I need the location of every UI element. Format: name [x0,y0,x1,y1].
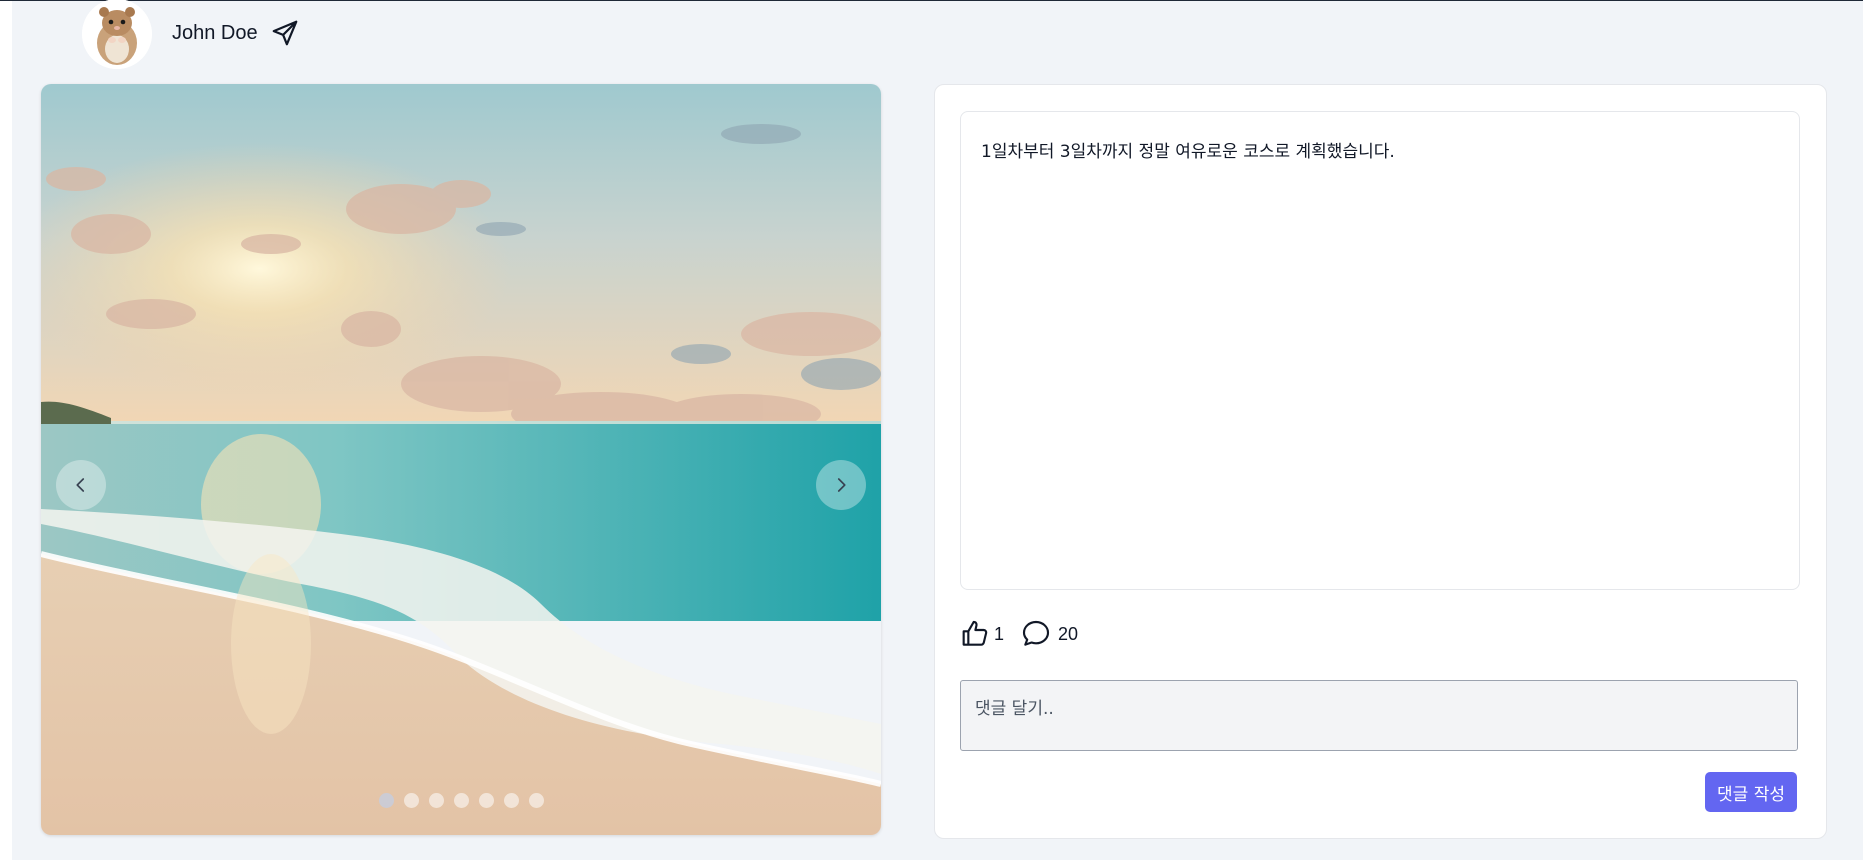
post-detail-page: John Doe 1일차부터 3일차까지 정말 여유로운 코스로 계획했습니다.… [12,0,1863,860]
post-header: John Doe [82,0,300,71]
image-carousel [41,84,881,835]
post-detail-panel: 1일차부터 3일차까지 정말 여유로운 코스로 계획했습니다. 1 20 댓글 … [934,84,1827,839]
carousel-next-button[interactable] [816,460,866,510]
carousel-dot[interactable] [528,793,544,808]
carousel-dot[interactable] [378,793,394,808]
like-count: 1 [994,623,1005,644]
hamster-avatar-icon [82,0,152,69]
chevron-right-icon [837,478,846,492]
beach-sunset-photo [41,84,881,835]
thumbs-up-icon[interactable] [959,618,991,650]
avatar[interactable] [82,0,152,69]
post-content: 1일차부터 3일차까지 정말 여유로운 코스로 계획했습니다. [981,142,1395,162]
carousel-dot[interactable] [503,793,519,808]
carousel-dot[interactable] [453,793,469,808]
post-content-box: 1일차부터 3일차까지 정말 여유로운 코스로 계획했습니다. [960,111,1800,590]
carousel-dot[interactable] [428,793,444,808]
username[interactable]: John Doe [172,22,258,45]
carousel-dot[interactable] [403,793,419,808]
speech-bubble-icon[interactable] [1020,618,1052,650]
submit-comment-button[interactable]: 댓글 작성 [1705,772,1797,812]
chevron-left-icon [76,478,85,492]
comment-count: 20 [1058,623,1079,644]
comment-input[interactable] [960,680,1798,751]
post-stats: 1 20 [959,618,1078,650]
carousel-prev-button[interactable] [56,460,106,510]
paper-plane-icon[interactable] [270,18,300,48]
carousel-indicators [41,793,881,808]
carousel-dot[interactable] [478,793,494,808]
